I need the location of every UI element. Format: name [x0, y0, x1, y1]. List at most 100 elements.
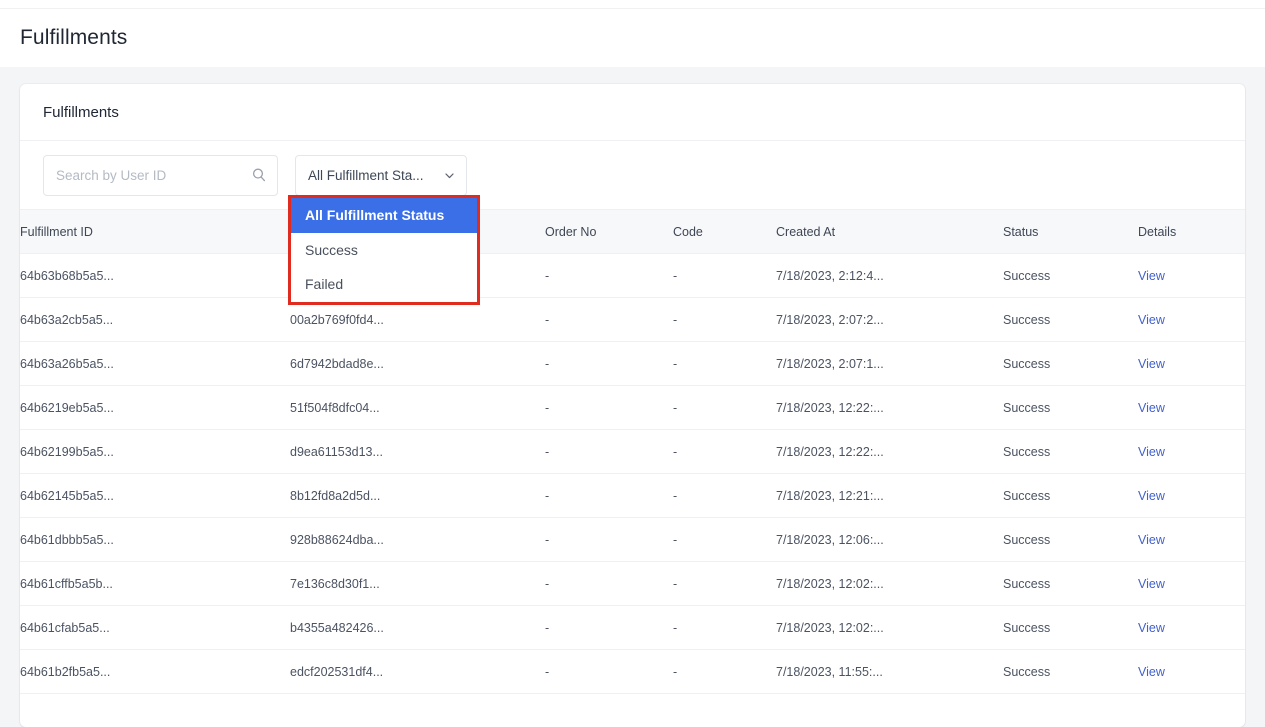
cell-status: Success: [1003, 561, 1138, 606]
cell-fulfillment-id: 64b63a26b5a5...: [20, 341, 290, 386]
table-row[interactable]: 64b62145b5a5... 8b12fd8a2d5d... - -7/18/202…: [20, 473, 1245, 518]
cell-created-at: 7/18/2023, 12:22:...: [776, 429, 1003, 474]
cell-code: -: [673, 297, 776, 342]
view-details-link[interactable]: View: [1138, 621, 1165, 635]
cell-created-at: 7/18/2023, 12:02:...: [776, 605, 1003, 650]
search-field-wrapper: [43, 154, 278, 196]
cell-created-at: 7/18/2023, 12:21:...: [776, 473, 1003, 518]
cell-order-no: -: [545, 429, 673, 474]
dropdown-option-success[interactable]: Success: [291, 232, 477, 267]
cell-order-no: -: [545, 385, 673, 430]
cell-status: Success: [1003, 473, 1138, 518]
cell-details: View: [1138, 561, 1245, 606]
cell-order-no: -: [545, 649, 673, 694]
cell-hash: b4355a482426...: [290, 605, 545, 650]
view-details-link[interactable]: View: [1138, 401, 1165, 415]
cell-order-no: -: [545, 605, 673, 650]
cell-code: -: [673, 341, 776, 386]
cell-created-at: 7/18/2023, 12:22:...: [776, 385, 1003, 430]
cell-details: View: [1138, 517, 1245, 562]
table-header: Fulfillment ID Order No Code Created At …: [20, 209, 1245, 254]
table-row[interactable]: 64b63a2cb5a5... 00a2b769f0fd4... - -7/18/20…: [20, 297, 1245, 342]
cell-details: View: [1138, 649, 1245, 694]
chevron-down-icon: [443, 169, 456, 182]
view-details-link[interactable]: View: [1138, 533, 1165, 547]
table-row[interactable]: 64b61dbbb5a5... 928b88624dba... - -7/18/202…: [20, 517, 1245, 562]
cell-fulfillment-id: 64b63a2cb5a5...: [20, 297, 290, 342]
cell-details: View: [1138, 429, 1245, 474]
cell-status: Success: [1003, 385, 1138, 430]
fulfillments-card: Fulfillments All Fulfillment Sta...: [20, 84, 1245, 727]
view-details-link[interactable]: View: [1138, 269, 1165, 283]
cell-status: Success: [1003, 605, 1138, 650]
cell-status: Success: [1003, 253, 1138, 298]
column-header-fulfillment-id[interactable]: Fulfillment ID: [20, 209, 290, 254]
cell-fulfillment-id: 64b61b2fb5a5...: [20, 649, 290, 694]
cell-created-at: 7/18/2023, 2:07:2...: [776, 297, 1003, 342]
cell-status: Success: [1003, 297, 1138, 342]
cell-hash: 928b88624dba...: [290, 517, 545, 562]
cell-status: Success: [1003, 649, 1138, 694]
cell-order-no: -: [545, 473, 673, 518]
column-header-status[interactable]: Status: [1003, 209, 1138, 254]
view-details-link[interactable]: View: [1138, 665, 1165, 679]
table-row[interactable]: 64b6219eb5a5... 51f504f8dfc04... - -7/18/20…: [20, 385, 1245, 430]
cell-hash: 7e136c8d30f1...: [290, 561, 545, 606]
cell-status: Success: [1003, 429, 1138, 474]
fulfillment-status-select[interactable]: All Fulfillment Sta...: [295, 154, 467, 196]
column-header-order-no[interactable]: Order No: [545, 209, 673, 254]
previous-section-sliver: [0, 0, 1265, 9]
cell-hash: 8b12fd8a2d5d...: [290, 473, 545, 518]
column-header-details[interactable]: Details: [1138, 209, 1245, 254]
table-row[interactable]: 64b63b68b5a5... - -7/18/2023, 2:12:4... Suc…: [20, 253, 1245, 298]
fulfillment-status-dropdown-menu[interactable]: All Fulfillment Status Success Failed: [288, 195, 480, 305]
column-header-code[interactable]: Code: [673, 209, 776, 254]
cell-code: -: [673, 385, 776, 430]
cell-code: -: [673, 517, 776, 562]
cell-status: Success: [1003, 517, 1138, 562]
cell-hash: d9ea61153d13...: [290, 429, 545, 474]
view-details-link[interactable]: View: [1138, 357, 1165, 371]
table-row[interactable]: 64b61b2fb5a5... edcf202531df4... - -7/18/20…: [20, 649, 1245, 694]
view-details-link[interactable]: View: [1138, 577, 1165, 591]
cell-code: -: [673, 429, 776, 474]
column-header-created-at[interactable]: Created At: [776, 209, 1003, 254]
view-details-link[interactable]: View: [1138, 489, 1165, 503]
cell-created-at: 7/18/2023, 2:12:4...: [776, 253, 1003, 298]
cell-order-no: -: [545, 297, 673, 342]
fulfillments-table: Fulfillment ID Order No Code Created At …: [20, 209, 1245, 694]
fulfillment-status-select-label: All Fulfillment Sta...: [308, 167, 424, 183]
table-row[interactable]: 64b61cfab5a5... b4355a482426... - -7/18/202…: [20, 605, 1245, 650]
cell-fulfillment-id: 64b61cfab5a5...: [20, 605, 290, 650]
dropdown-option-all-fulfillment-status[interactable]: All Fulfillment Status: [291, 198, 477, 233]
table-header-row: Fulfillment ID Order No Code Created At …: [20, 209, 1245, 254]
table-row[interactable]: 64b62199b5a5... d9ea61153d13... - -7/18/202…: [20, 429, 1245, 474]
content-area: Fulfillments All Fulfillment Sta...: [0, 67, 1265, 727]
table-body: 64b63b68b5a5... - -7/18/2023, 2:12:4... Suc…: [20, 253, 1245, 694]
cell-fulfillment-id: 64b61cffb5a5b...: [20, 561, 290, 606]
cell-details: View: [1138, 341, 1245, 386]
cell-details: View: [1138, 473, 1245, 518]
cell-details: View: [1138, 253, 1245, 298]
cell-details: View: [1138, 385, 1245, 430]
cell-created-at: 7/18/2023, 12:02:...: [776, 561, 1003, 606]
cell-fulfillment-id: 64b62199b5a5...: [20, 429, 290, 474]
cell-created-at: 7/18/2023, 12:06:...: [776, 517, 1003, 562]
view-details-link[interactable]: View: [1138, 313, 1165, 327]
card-title: Fulfillments: [43, 103, 119, 121]
table-row[interactable]: 64b61cffb5a5b... 7e136c8d30f1... - -7/18/20…: [20, 561, 1245, 606]
page-header: Fulfillments: [0, 9, 1265, 67]
cell-details: View: [1138, 297, 1245, 342]
view-details-link[interactable]: View: [1138, 445, 1165, 459]
cell-order-no: -: [545, 253, 673, 298]
search-input[interactable]: [43, 154, 278, 196]
cell-hash: 6d7942bdad8e...: [290, 341, 545, 386]
table-row[interactable]: 64b63a26b5a5... 6d7942bdad8e... - -7/18/202…: [20, 341, 1245, 386]
cell-status: Success: [1003, 341, 1138, 386]
page-title: Fulfillments: [20, 26, 128, 49]
cell-fulfillment-id: 64b63b68b5a5...: [20, 253, 290, 298]
cell-fulfillment-id: 64b62145b5a5...: [20, 473, 290, 518]
dropdown-option-failed[interactable]: Failed: [291, 267, 477, 302]
cell-code: -: [673, 473, 776, 518]
cell-code: -: [673, 561, 776, 606]
